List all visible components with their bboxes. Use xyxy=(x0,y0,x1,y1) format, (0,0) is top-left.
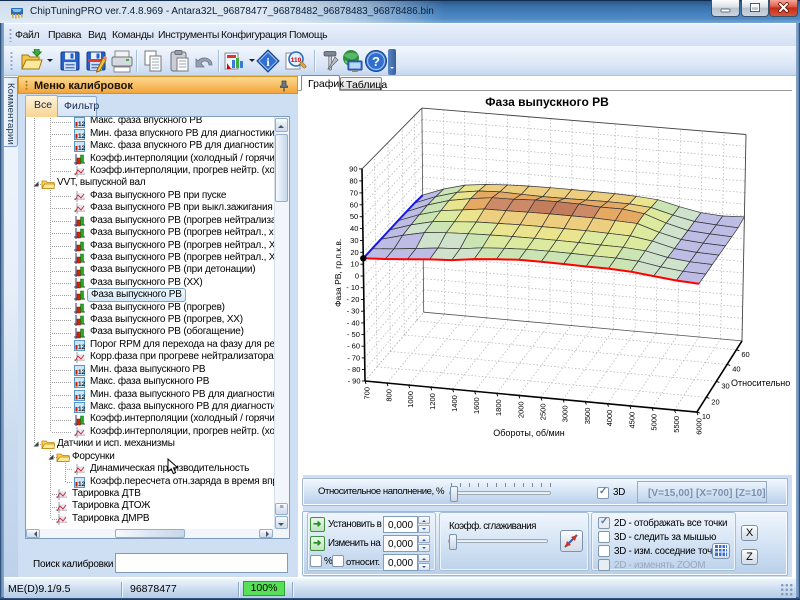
svg-text:60: 60 xyxy=(350,200,358,209)
svg-text:2500: 2500 xyxy=(538,404,547,421)
svg-text:- 10: - 10 xyxy=(346,283,359,292)
svg-text:0: 0 xyxy=(355,272,359,281)
svg-text:Фаза выпускного РВ: Фаза выпускного РВ xyxy=(485,95,609,109)
svg-text:Фаза РВ, гр.п.к.в.: Фаза РВ, гр.п.к.в. xyxy=(333,239,343,307)
svg-text:40: 40 xyxy=(732,364,740,373)
svg-text:- 60: - 60 xyxy=(347,342,360,351)
svg-text:50: 50 xyxy=(350,212,358,221)
svg-text:12: 12 xyxy=(78,344,85,351)
svg-text:- 30: - 30 xyxy=(347,307,360,316)
svg-text:10: 10 xyxy=(351,260,359,269)
svg-text:12: 12 xyxy=(78,406,85,413)
svg-text:5000: 5000 xyxy=(650,414,659,431)
svg-text:12: 12 xyxy=(78,481,85,488)
svg-text:12: 12 xyxy=(78,121,85,128)
svg-text:Относительное нап: Относительное нап xyxy=(731,378,790,388)
svg-text:12: 12 xyxy=(78,369,85,376)
svg-text:12: 12 xyxy=(78,133,85,140)
svg-text:2000: 2000 xyxy=(516,401,525,418)
svg-text:30: 30 xyxy=(350,236,358,245)
svg-text:- 70: - 70 xyxy=(347,353,360,362)
svg-text:4000: 4000 xyxy=(605,410,614,427)
svg-text:10: 10 xyxy=(702,412,710,421)
svg-text:- 40: - 40 xyxy=(347,318,360,327)
svg-text:700: 700 xyxy=(363,387,372,400)
svg-text:1400: 1400 xyxy=(450,395,459,412)
svg-text:20: 20 xyxy=(711,397,719,406)
svg-text:60: 60 xyxy=(741,350,749,359)
svg-text:20: 20 xyxy=(350,248,358,257)
svg-text:80: 80 xyxy=(349,176,357,185)
svg-text:40: 40 xyxy=(350,224,358,233)
svg-text:- 80: - 80 xyxy=(347,365,360,374)
svg-text:Обороты, об/мин: Обороты, об/мин xyxy=(493,428,564,438)
svg-text:12: 12 xyxy=(78,381,85,388)
svg-text:?: ? xyxy=(372,54,380,69)
svg-text:- 20: - 20 xyxy=(346,295,359,304)
svg-text:1000: 1000 xyxy=(406,391,415,408)
svg-text:- 90: - 90 xyxy=(348,377,361,386)
svg-text:90: 90 xyxy=(349,164,357,173)
svg-text:4500: 4500 xyxy=(627,412,636,429)
svg-text:1800: 1800 xyxy=(494,399,503,416)
svg-text:800: 800 xyxy=(384,389,393,402)
svg-text:70: 70 xyxy=(350,188,358,197)
svg-text:1600: 1600 xyxy=(472,397,481,414)
svg-text:30: 30 xyxy=(721,381,729,390)
svg-text:3000: 3000 xyxy=(561,406,570,423)
svg-text:12: 12 xyxy=(78,394,85,401)
svg-text:12: 12 xyxy=(78,145,85,152)
svg-text:5500: 5500 xyxy=(672,416,681,433)
svg-text:1200: 1200 xyxy=(428,393,437,410)
svg-text:3500: 3500 xyxy=(583,408,592,425)
svg-text:- 50: - 50 xyxy=(347,330,360,339)
